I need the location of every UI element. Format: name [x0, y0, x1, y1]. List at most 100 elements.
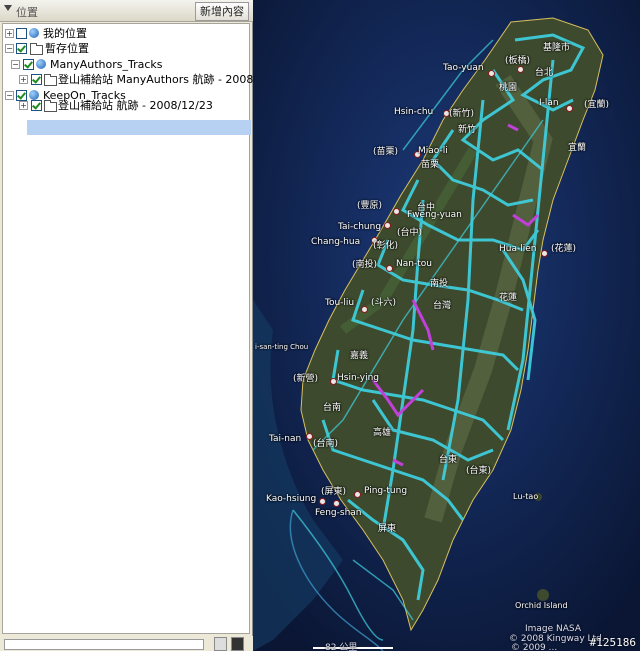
city-label: Tai-chung: [338, 222, 382, 232]
city-marker[interactable]: [333, 500, 340, 507]
city-label: 台北: [535, 68, 554, 78]
city-marker[interactable]: [566, 105, 573, 112]
city-label: i-san-ting Chou: [255, 343, 309, 351]
tree-item-label: ManyAuthors_Tracks: [50, 58, 163, 71]
city-label: Fweng-yuan: [407, 210, 462, 220]
city-label: (屏東): [321, 487, 347, 497]
city-marker[interactable]: [488, 70, 495, 77]
city-label: Hsin-ying: [337, 373, 379, 383]
city-label: Kao-hsiung: [266, 494, 317, 504]
city-label: (宜蘭): [584, 100, 610, 110]
globe-icon: [36, 59, 46, 69]
checkbox[interactable]: [23, 59, 34, 70]
city-label: 高雄: [373, 428, 392, 438]
orchid-island: [537, 589, 549, 601]
city-label: 嘉義: [350, 351, 369, 361]
city-label: (台東): [466, 466, 492, 476]
tree-item-label: 暫存位置: [45, 42, 89, 55]
tour-play-button[interactable]: [214, 637, 227, 651]
city-label: (苗栗): [373, 147, 399, 157]
city-marker[interactable]: [541, 250, 548, 257]
city-label: Miao-li: [418, 146, 448, 156]
tour-stop-button[interactable]: [231, 637, 244, 651]
island-map: [253, 0, 640, 651]
city-marker[interactable]: [306, 433, 313, 440]
folder-icon: [30, 43, 43, 55]
city-marker[interactable]: [517, 66, 524, 73]
city-label: (新營): [293, 374, 319, 384]
checkbox[interactable]: [16, 43, 27, 54]
city-label: (豐原): [357, 201, 383, 211]
city-label: Orchid Island: [515, 601, 568, 610]
imagery-credit: Image NASA: [525, 624, 581, 634]
city-label: Nan-tou: [396, 259, 432, 269]
city-marker[interactable]: [393, 208, 400, 215]
city-label: Tou-liu: [325, 298, 355, 308]
city-label: 宜蘭: [568, 143, 587, 153]
city-label: (台中): [397, 228, 423, 238]
city-marker[interactable]: [384, 222, 391, 229]
city-marker[interactable]: [386, 265, 393, 272]
tree-item-manyauthors-track-file[interactable]: + 登山補給站 ManyAuthors 航跡 - 2008/12/25: [3, 72, 289, 87]
panel-title: 位置: [16, 6, 38, 19]
city-label: 花蓮: [499, 293, 518, 303]
tree-item-temp-places[interactable]: − 暫存位置: [3, 41, 249, 56]
city-label: Tao-yuan: [443, 63, 484, 73]
selected-row-highlight: [27, 120, 251, 135]
city-label: Tai-nan: [269, 434, 302, 444]
add-content-button[interactable]: 新增內容: [195, 2, 249, 21]
collapse-minus-icon[interactable]: −: [5, 44, 14, 53]
collapse-minus-icon[interactable]: −: [11, 60, 20, 69]
city-label: Lu-tao: [513, 492, 539, 501]
city-label: Ping-tung: [364, 486, 408, 496]
city-label: (彰化): [373, 241, 399, 251]
expand-plus-icon[interactable]: +: [19, 75, 28, 84]
globe-icon: [29, 28, 39, 38]
city-label: (斗六): [371, 298, 397, 308]
map-view[interactable]: 基隆市 (板橋) 台北 Tao-yuan 桃園 I-lan (宜蘭) 宜蘭 Hs…: [253, 0, 640, 651]
tree-item-my-places[interactable]: + 我的位置: [3, 26, 249, 41]
city-label: Chang-hua: [311, 237, 361, 247]
city-label: 基隆市: [543, 43, 571, 53]
panel-header: 位置 新增內容: [0, 0, 253, 22]
checkbox[interactable]: [31, 100, 42, 111]
city-label: (花蓮): [551, 244, 577, 254]
checkbox[interactable]: [16, 28, 27, 39]
city-label: 台灣: [433, 301, 452, 311]
collapse-arrow-icon[interactable]: [4, 5, 12, 11]
places-tree: + 我的位置 − 暫存位置 − ManyAuthors_Tracks + 登山補…: [2, 23, 289, 634]
tree-item-manyauthors-tracks[interactable]: − ManyAuthors_Tracks: [3, 57, 249, 72]
city-label: I-lan: [539, 98, 559, 108]
imagery-credit: © 2009 ...: [511, 643, 558, 651]
scale-label: 82 公里: [325, 643, 358, 651]
expand-plus-icon[interactable]: +: [19, 101, 28, 110]
city-label: 桃園: [499, 83, 518, 93]
city-label: (板橋): [505, 56, 531, 66]
city-label: (台南): [313, 439, 339, 449]
city-label: Hua-lien: [499, 244, 537, 254]
city-label: (新竹): [449, 109, 475, 119]
city-label: 苗栗: [421, 160, 440, 170]
city-marker[interactable]: [361, 306, 368, 313]
tree-item-keepon-track-file[interactable]: + 登山補給站 航跡 - 2008/12/23: [3, 98, 249, 113]
city-label: (南投): [352, 260, 378, 270]
city-label: 屏東: [378, 524, 397, 534]
city-marker[interactable]: [354, 491, 361, 498]
places-panel: 位置 新增內容 + 我的位置 − 暫存位置 − ManyAuthors_Trac…: [0, 0, 289, 651]
tree-item-label: 我的位置: [43, 27, 87, 40]
folder-icon: [44, 100, 57, 112]
horizontal-scrollbar[interactable]: [4, 639, 204, 650]
tree-item-label: 登山補給站 航跡 - 2008/12/23: [58, 99, 213, 112]
folder-icon: [44, 74, 57, 86]
panel-bottom-bar: [0, 636, 253, 651]
city-marker[interactable]: [319, 498, 326, 505]
city-label: 台東: [439, 455, 458, 465]
checkbox[interactable]: [31, 74, 42, 85]
expand-plus-icon[interactable]: +: [5, 29, 14, 38]
city-marker[interactable]: [330, 378, 337, 385]
city-label: Hsin-chu: [394, 107, 434, 117]
watermark: #125186: [589, 636, 636, 649]
city-label: 台南: [323, 403, 342, 413]
city-label: Feng-shan: [315, 508, 362, 518]
city-label: 新竹: [458, 125, 477, 135]
